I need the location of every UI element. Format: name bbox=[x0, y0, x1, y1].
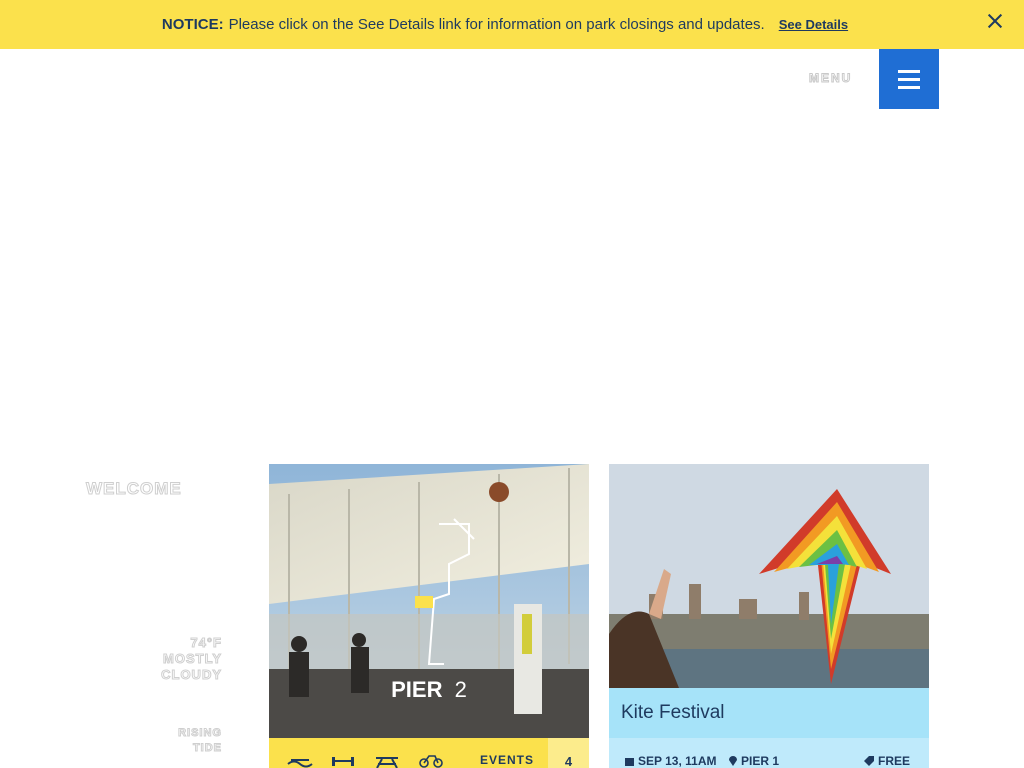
event-location-text: PIER 1 bbox=[741, 754, 780, 768]
hamburger-icon bbox=[898, 70, 920, 73]
event-title-bar: Kite Festival bbox=[609, 688, 929, 738]
event-meta: SEP 13, 11AM PIER 1 FREE bbox=[609, 738, 929, 768]
pier-footer: EVENTS 4 bbox=[269, 738, 589, 768]
notice-label: NOTICE: bbox=[161, 16, 224, 33]
menu-label[interactable]: MENU bbox=[808, 71, 852, 86]
weather-widget: 74°F MOSTLY CLOUDY bbox=[161, 635, 222, 683]
calendar-icon bbox=[625, 757, 634, 766]
pier-title-bold: PIER bbox=[391, 677, 442, 702]
picnic-table-icon[interactable] bbox=[374, 754, 400, 768]
tide-line-1: RISING bbox=[178, 727, 222, 740]
water-icon[interactable] bbox=[287, 754, 313, 768]
event-location: PIER 1 bbox=[729, 754, 779, 768]
map-pin-icon bbox=[729, 756, 737, 766]
welcome-heading: WELCOME bbox=[86, 479, 182, 499]
pier-photo: PIER 2 bbox=[269, 464, 589, 738]
events-label[interactable]: EVENTS bbox=[480, 753, 534, 767]
notice-message: Please click on the See Details link for… bbox=[228, 16, 765, 33]
temperature: 74°F bbox=[190, 635, 222, 651]
event-date-text: SEP 13, 11AM bbox=[638, 754, 717, 768]
event-price: FREE bbox=[864, 754, 910, 768]
tag-icon bbox=[864, 756, 874, 766]
notice-bar: NOTICE: Please click on the See Details … bbox=[0, 0, 1024, 49]
events-count[interactable]: 4 bbox=[548, 738, 589, 768]
tide-widget: RISING TIDE bbox=[178, 726, 222, 756]
event-date: SEP 13, 11AM bbox=[625, 754, 717, 768]
notice-text: NOTICE: Please click on the See Details … bbox=[162, 16, 848, 33]
pier-card[interactable]: PIER 2 EVENTS 4 bbox=[269, 464, 589, 768]
svg-text:PIER 2: PIER 2 bbox=[391, 677, 467, 702]
close-icon[interactable] bbox=[984, 11, 1006, 33]
fitness-icon[interactable] bbox=[330, 754, 356, 768]
event-title[interactable]: Kite Festival bbox=[621, 702, 724, 724]
event-photo bbox=[609, 464, 929, 688]
bicycle-icon[interactable] bbox=[418, 754, 444, 768]
see-details-link[interactable]: See Details bbox=[779, 17, 848, 32]
weather-condition-2: CLOUDY bbox=[161, 667, 222, 683]
tide-line-2: TIDE bbox=[192, 742, 222, 755]
event-price-text: FREE bbox=[878, 754, 911, 768]
weather-condition-1: MOSTLY bbox=[163, 651, 222, 667]
menu-button[interactable] bbox=[879, 49, 939, 109]
pier-title-num: 2 bbox=[455, 677, 467, 702]
event-card[interactable]: Kite Festival SEP 13, 11AM PIER 1 FREE bbox=[609, 464, 929, 768]
